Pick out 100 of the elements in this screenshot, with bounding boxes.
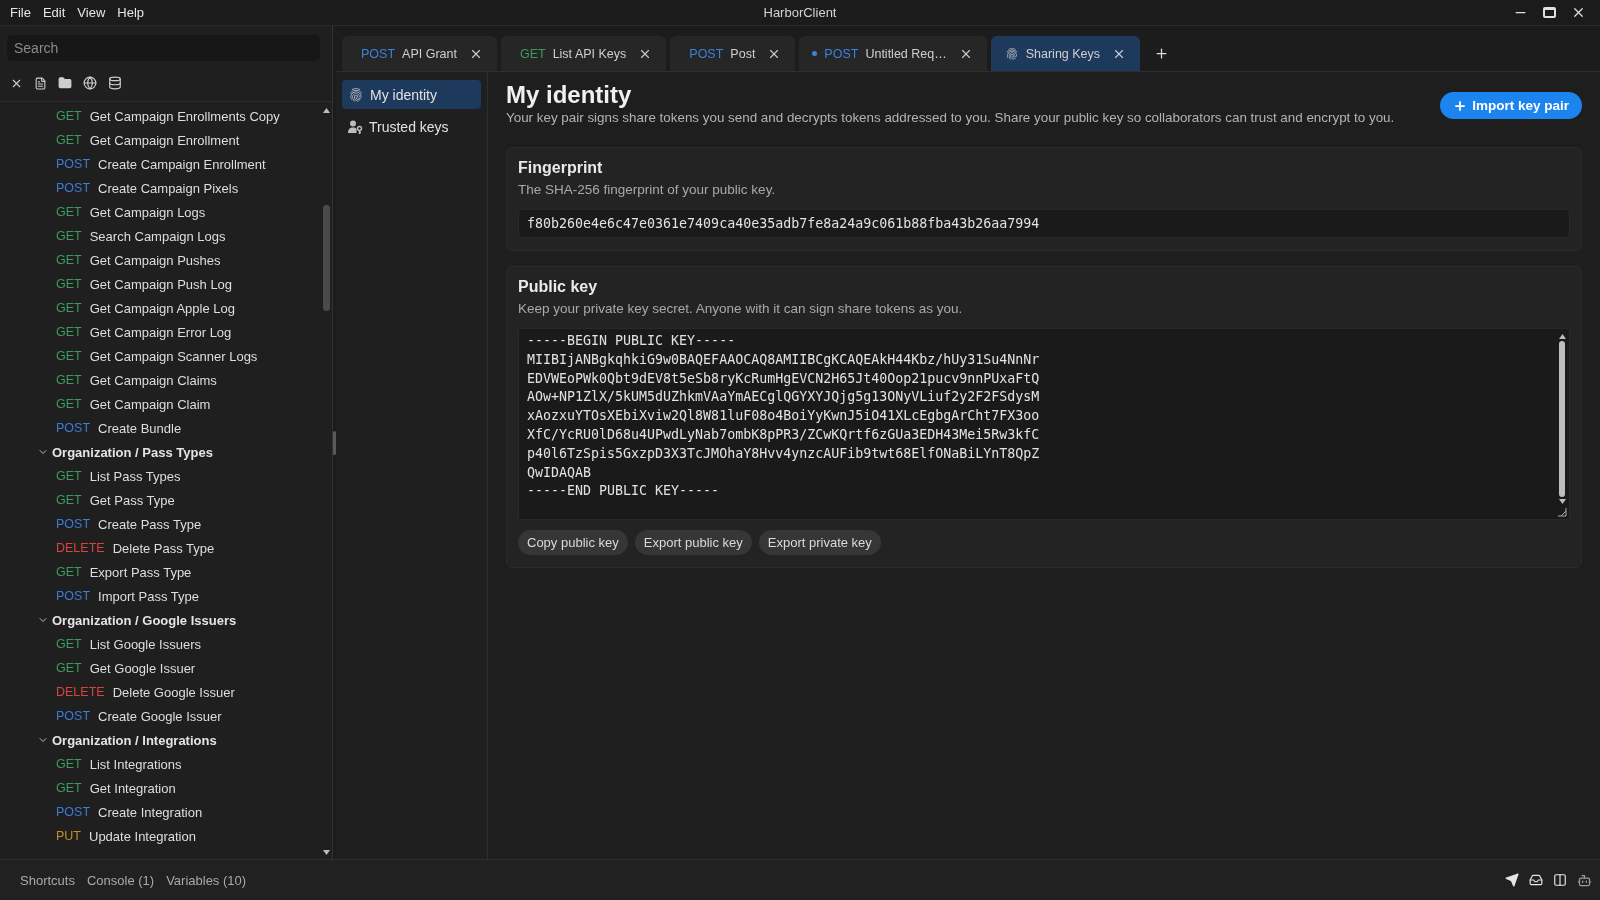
request-name[interactable]: Create Integration	[98, 804, 203, 820]
fingerprint-field[interactable]: f80b260e4e6c47e0361e7409ca40e35adb7fe8a24a9c061b88fba43b26aa7994	[518, 209, 1570, 238]
scroll-up-icon[interactable]	[322, 108, 330, 113]
http-method: POST	[361, 46, 396, 61]
columns-icon[interactable]	[1553, 873, 1567, 887]
request-name[interactable]: Get Campaign Error Log	[89, 324, 232, 340]
request-name[interactable]: Import Pass Type	[98, 588, 199, 604]
http-method: POST	[689, 46, 724, 61]
scrollbar-thumb[interactable]	[322, 205, 330, 311]
request-name[interactable]: Create Google Issuer	[98, 708, 222, 724]
globe-icon[interactable]	[83, 76, 97, 90]
request-name[interactable]: Create Campaign Enrollment	[98, 156, 266, 172]
splitter-handle[interactable]	[333, 430, 336, 455]
scroll-up-icon[interactable]	[1558, 334, 1566, 339]
request-name[interactable]: Delete Pass Type	[112, 540, 215, 556]
http-method: GET	[56, 133, 82, 147]
http-method: POST	[56, 589, 91, 603]
panel-toggle[interactable]: Variables (10)	[166, 872, 247, 888]
folder-name[interactable]: Organization / Integrations	[52, 732, 217, 748]
http-method: POST	[824, 46, 859, 61]
request-name[interactable]: Get Integration	[89, 780, 176, 796]
tab[interactable]: POST Post	[670, 36, 796, 71]
request-name[interactable]: Get Campaign Enrollment	[89, 132, 240, 148]
folder-icon[interactable]	[58, 76, 72, 90]
http-method: GET	[56, 565, 82, 579]
http-method: POST	[56, 709, 91, 723]
nav-item[interactable]: My identity	[342, 80, 481, 109]
scrollbar-thumb[interactable]	[1559, 341, 1565, 497]
folder-name[interactable]: Organization / Google Issuers	[52, 612, 237, 628]
http-method: GET	[56, 301, 82, 315]
http-method: GET	[56, 493, 82, 507]
panel-toggle[interactable]: Console (1)	[86, 872, 155, 888]
menu-item[interactable]: Edit	[42, 5, 66, 20]
file-icon[interactable]	[34, 76, 47, 90]
robot-icon[interactable]	[1577, 872, 1592, 888]
tab[interactable]: POST Untitled Req…	[799, 36, 987, 71]
request-name[interactable]: Update Integration	[89, 828, 196, 844]
public-key-field[interactable]: -----BEGIN PUBLIC KEY----- MIIBIjANBgkqhkiG9w0BAQEFAAOCAQ8AMIIBCgKCAQEAkH44Kbz/hUy31Su4NnNr EDVWEoPWk0Qbt9dEV8t5eSb8ryKcRumHgEVCN2H65Jt40Oop21pucv9nnPUxaFtQ AOw+NP1ZlX/5kUM5dUZhkmVAaYmAECglQGYXYJQjg5g13ONyVLiuf2y2F2FSdysM xAozxuYTOsXEbiXviw2Ql8W81luF08o4BoiYyKwnJ5iO41XLcEgbgArCht7FX3oo XfC/YcRU0lD68u4UPwdLyNab7ombK8pPR3/ZCwKQrtf6zGUa3EDH43Mei5Rw3kfC p40l6TzSpis5GxzpD3X3TcJMOhaY8Hvv4ynzcAUFib9twt68ElfONaBiLYnT8QpZ QwIDAQAB -----END PUBLIC KEY-----	[518, 328, 1570, 520]
http-method: GET	[519, 46, 546, 61]
request-name[interactable]: Get Campaign Apple Log	[89, 300, 235, 316]
http-method: POST	[56, 421, 91, 435]
plus-icon	[1153, 46, 1169, 61]
request-name[interactable]: Get Campaign Enrollments Copy	[89, 108, 280, 124]
tab[interactable]: GET List API Keys	[500, 36, 667, 71]
http-method: POST	[56, 181, 91, 195]
request-name[interactable]: Get Campaign Scanner Logs	[89, 348, 258, 364]
http-method: GET	[56, 253, 82, 267]
request-name[interactable]: List Pass Types	[89, 468, 181, 484]
http-method: POST	[56, 157, 91, 171]
http-method: POST	[56, 805, 91, 819]
request-name[interactable]: Create Campaign Pixels	[98, 180, 239, 196]
search-field[interactable]: Search	[7, 35, 320, 61]
http-method: GET	[56, 349, 82, 363]
request-name[interactable]: Get Campaign Pushes	[89, 252, 221, 268]
http-method: GET	[56, 373, 82, 387]
request-name[interactable]: List Integrations	[89, 756, 182, 772]
request-name[interactable]: Get Google Issuer	[89, 660, 196, 676]
database-icon[interactable]	[108, 76, 122, 90]
panel-toggle[interactable]: Shortcuts	[20, 872, 75, 888]
action-button[interactable]: Export private key	[758, 530, 881, 555]
tab[interactable]: Sharing Keys	[990, 36, 1141, 71]
action-button[interactable]: Copy public key	[518, 530, 628, 555]
http-method: GET	[56, 469, 82, 483]
http-method: GET	[56, 325, 82, 339]
request-name[interactable]: Search Campaign Logs	[89, 228, 226, 244]
request-name[interactable]: Get Campaign Push Log	[89, 276, 233, 292]
request-name[interactable]: Create Bundle	[98, 420, 182, 436]
request-name[interactable]: Get Pass Type	[89, 492, 175, 508]
request-name[interactable]: Get Campaign Claims	[89, 372, 217, 388]
nav-item[interactable]: Trusted keys	[342, 112, 481, 141]
menu-item[interactable]: Help	[117, 5, 145, 20]
resize-grip-icon[interactable]	[1557, 507, 1567, 517]
http-method: GET	[56, 205, 82, 219]
request-name[interactable]: Export Pass Type	[89, 564, 192, 580]
scroll-down-icon[interactable]	[1558, 499, 1566, 504]
folder-name[interactable]: Organization / Pass Types	[52, 444, 213, 460]
scroll-down-icon[interactable]	[322, 850, 330, 855]
http-method: GET	[56, 229, 82, 243]
http-method: GET	[56, 757, 82, 771]
request-name[interactable]: Get Campaign Logs	[89, 204, 206, 220]
request-name[interactable]: Create Pass Type	[98, 516, 202, 532]
card-title: Fingerprint	[518, 158, 604, 178]
menu-item[interactable]: File	[10, 5, 31, 20]
import-button[interactable]: Import key pair	[1440, 92, 1582, 119]
page-description: Your key pair signs share tokens you send and decrypts tokens addressed to you. Share your public key so collaborators can trust and encrypt to you.	[506, 109, 1395, 127]
menu-item[interactable]: View	[77, 5, 106, 20]
http-method: PUT	[56, 829, 81, 843]
request-name[interactable]: Get Campaign Claim	[89, 396, 211, 412]
paper-plane-icon[interactable]	[1505, 873, 1519, 887]
plus-icon	[1453, 98, 1468, 113]
fingerprint-icon	[1004, 46, 1019, 61]
inbox-icon[interactable]	[1529, 873, 1543, 887]
request-name[interactable]: Delete Google Issuer	[112, 684, 235, 700]
maximize-icon[interactable]	[1543, 7, 1556, 18]
user-key-icon	[348, 119, 363, 134]
action-button[interactable]: Export public key	[634, 530, 752, 555]
close-icon[interactable]	[1571, 5, 1586, 20]
request-name[interactable]: List Google Issuers	[89, 636, 201, 652]
tab[interactable]: POST API Grant	[342, 36, 497, 71]
http-method: GET	[56, 109, 82, 123]
